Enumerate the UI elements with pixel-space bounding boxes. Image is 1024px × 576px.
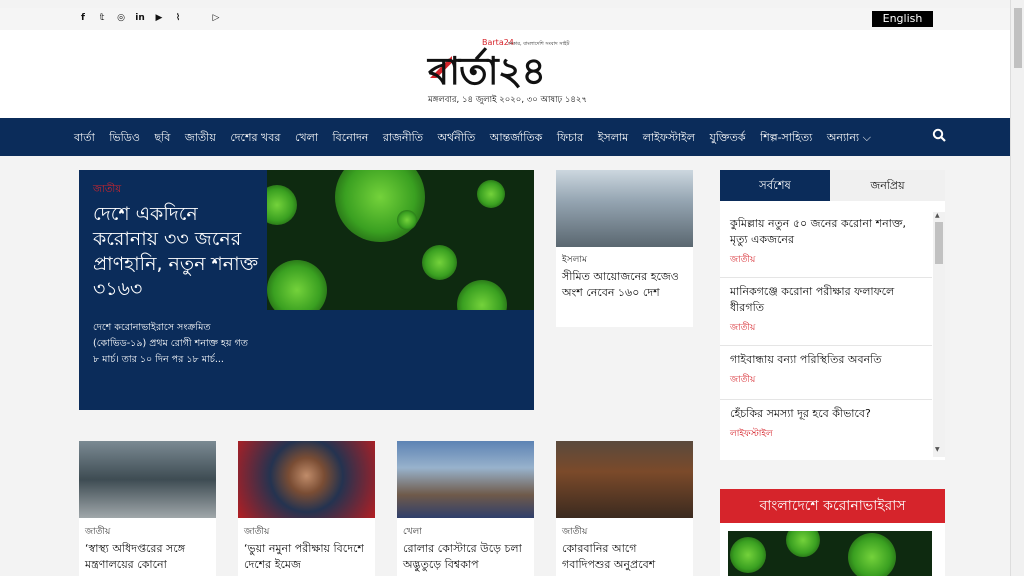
scroll-up-icon[interactable]: ▲ xyxy=(935,212,940,219)
hero-article[interactable]: জাতীয় দেশে একদিনে করোনায় ৩৩ জনের প্রাণ… xyxy=(79,170,534,410)
top-bar: f 𝕥 ◎ in ▶ ⌇ ▷ English xyxy=(0,8,1010,30)
social-links: f 𝕥 ◎ in ▶ ⌇ ▷ xyxy=(78,13,221,23)
list-item-category[interactable]: জাতীয় xyxy=(730,372,922,387)
nav-item-entertainment[interactable]: বিনোদন xyxy=(333,129,369,148)
side-article-image[interactable] xyxy=(556,170,693,247)
page-scroll-thumb[interactable] xyxy=(1014,8,1022,68)
main-nav: বার্তা ভিডিও ছবি জাতীয় দেশের খবর খেলা ব… xyxy=(0,118,1010,156)
grid-article-title[interactable]: ‘স্বাস্থ্য অধিদপ্তরের সঙ্গে মন্ত্রণালয়ে… xyxy=(79,541,216,573)
play-store-icon[interactable]: ▷ xyxy=(211,13,221,23)
grid-article-card[interactable]: খেলা রোলার কোস্টারে উড়ে চলা অদ্ভুতুড়ে … xyxy=(397,441,534,576)
site-header: বার্তা২৪ Barta24 ঢাকার, বাংলাদেশি সংবাদ … xyxy=(0,30,1010,118)
grid-article-image[interactable] xyxy=(79,441,216,518)
nav-item-national[interactable]: জাতীয় xyxy=(185,129,216,148)
list-item[interactable]: কুমিল্লায় নতুন ৫০ জনের করোনা শনাক্ত, মৃ… xyxy=(720,210,932,278)
site-logo[interactable]: বার্তা২৪ Barta24 ঢাকার, বাংলাদেশি সংবাদ … xyxy=(428,38,588,93)
nav-item-feature[interactable]: ফিচার xyxy=(557,129,583,148)
grid-article-category[interactable]: জাতীয় xyxy=(238,518,375,541)
search-icon[interactable] xyxy=(932,128,946,142)
grid-article-card[interactable]: জাতীয় ‘স্বাস্থ্য অধিদপ্তরের সঙ্গে মন্ত্… xyxy=(79,441,216,576)
nav-item-literature[interactable]: শিল্প-সাহিত্য xyxy=(760,129,812,148)
corona-widget[interactable]: বাংলাদেশে করোনাভাইরাস xyxy=(720,489,945,576)
side-article-title[interactable]: সীমিত আয়োজনের হজেও অংশ নেবেন ১৬০ দেশ xyxy=(556,269,693,301)
list-item-title[interactable]: গাইবান্ধায় বন্যা পরিস্থিতির অবনতি xyxy=(730,352,922,368)
list-item-category[interactable]: জাতীয় xyxy=(730,252,922,267)
list-item-category[interactable]: লাইফস্টাইল xyxy=(730,426,922,441)
nav-item-lifestyle[interactable]: লাইফস্টাইল xyxy=(643,129,695,148)
grid-article-card[interactable]: জাতীয় ‘ভুয়া নমুনা পরীক্ষায় বিদেশে দেশ… xyxy=(238,441,375,576)
grid-article-title[interactable]: রোলার কোস্টারে উড়ে চলা অদ্ভুতুড়ে বিশ্ব… xyxy=(397,541,534,573)
nav-item-politics[interactable]: রাজনীতি xyxy=(383,129,423,148)
hero-category[interactable]: জাতীয় xyxy=(93,182,121,199)
nav-item-country[interactable]: দেশের খবর xyxy=(230,129,280,148)
nav-item-barta[interactable]: বার্তা xyxy=(74,129,95,148)
hero-description: দেশে করোনাভাইরাসে সংক্রমিত (কোভিড-১৯) প্… xyxy=(93,322,248,365)
linkedin-icon[interactable]: in xyxy=(135,13,145,23)
list-item[interactable]: মানিকগঞ্জে করোনা পরীক্ষার ফলাফলে ধীরগতি … xyxy=(720,278,932,346)
instagram-icon[interactable]: ◎ xyxy=(116,13,126,23)
nav-item-video[interactable]: ভিডিও xyxy=(109,129,140,148)
hero-title[interactable]: দেশে একদিনে করোনায় ৩৩ জনের প্রাণহানি, ন… xyxy=(93,202,268,302)
tab-popular[interactable]: জনপ্রিয় xyxy=(830,170,945,201)
grid-article-category[interactable]: জাতীয় xyxy=(556,518,693,541)
nav-item-international[interactable]: আন্তর্জাতিক xyxy=(490,129,543,148)
hero-image[interactable] xyxy=(267,170,534,310)
current-date: মঙ্গলবার, ১৪ জুলাই ২০২০, ৩০ আষাঢ় ১৪২৭ xyxy=(428,95,587,105)
grid-article-category[interactable]: জাতীয় xyxy=(79,518,216,541)
page-scrollbar[interactable] xyxy=(1010,0,1024,576)
scroll-thumb[interactable] xyxy=(935,222,943,264)
side-article-card[interactable]: ইসলাম সীমিত আয়োজনের হজেও অংশ নেবেন ১৬০ … xyxy=(556,170,693,327)
nav-item-opinion[interactable]: যুক্তিতর্ক xyxy=(709,129,745,148)
list-item-title[interactable]: হেঁচকির সমস্যা দূর হবে কীভাবে? xyxy=(730,406,922,422)
grid-article-title[interactable]: কোরবানির আগে গবাদিপশুর অনুপ্রবেশ xyxy=(556,541,693,573)
grid-article-card[interactable]: জাতীয় কোরবানির আগে গবাদিপশুর অনুপ্রবেশ xyxy=(556,441,693,576)
grid-article-image[interactable] xyxy=(556,441,693,518)
scroll-down-icon[interactable]: ▼ xyxy=(935,446,940,453)
nav-item-others[interactable]: অন্যান্য ⌵ xyxy=(827,129,871,148)
youtube-icon[interactable]: ▶ xyxy=(154,13,164,23)
tab-scrollbar[interactable]: ▲ ▼ xyxy=(933,212,945,457)
nav-item-photo[interactable]: ছবি xyxy=(154,129,170,148)
grid-article-title[interactable]: ‘ভুয়া নমুনা পরীক্ষায় বিদেশে দেশের ইমেজ xyxy=(238,541,375,573)
twitter-icon[interactable]: 𝕥 xyxy=(97,13,107,23)
list-item-title[interactable]: কুমিল্লায় নতুন ৫০ জনের করোনা শনাক্ত, মৃ… xyxy=(730,216,922,248)
list-item[interactable]: গাইবান্ধায় বন্যা পরিস্থিতির অবনতি জাতীয… xyxy=(720,346,932,400)
list-item-title[interactable]: মানিকগঞ্জে করোনা পরীক্ষার ফলাফলে ধীরগতি xyxy=(730,284,922,316)
side-article-category[interactable]: ইসলাম xyxy=(556,247,693,269)
nav-item-economy[interactable]: অর্থনীতি xyxy=(438,129,476,148)
logo-tagline: ঢাকার, বাংলাদেশি সংবাদ সাইট xyxy=(508,41,570,47)
list-item[interactable]: হেঁচকির সমস্যা দূর হবে কীভাবে? লাইফস্টাই… xyxy=(720,400,932,468)
tab-news-list: কুমিল্লায় নতুন ৫০ জনের করোনা শনাক্ত, মৃ… xyxy=(720,210,932,468)
facebook-icon[interactable]: f xyxy=(78,13,88,23)
tab-latest[interactable]: সর্বশেষ xyxy=(720,170,830,201)
grid-article-image[interactable] xyxy=(397,441,534,518)
news-tabs: সর্বশেষ জনপ্রিয় কুমিল্লায় নতুন ৫০ জনের… xyxy=(720,170,945,460)
english-button[interactable]: English xyxy=(872,11,933,27)
nav-item-islam[interactable]: ইসলাম xyxy=(598,129,628,148)
rss-icon[interactable]: ⌇ xyxy=(173,13,183,23)
nav-item-sports[interactable]: খেলা xyxy=(295,129,318,148)
list-item-category[interactable]: জাতীয় xyxy=(730,320,922,335)
grid-article-category[interactable]: খেলা xyxy=(397,518,534,541)
corona-widget-title[interactable]: বাংলাদেশে করোনাভাইরাস xyxy=(720,489,945,523)
corona-widget-image[interactable] xyxy=(728,531,932,576)
grid-article-image[interactable] xyxy=(238,441,375,518)
apple-icon[interactable] xyxy=(192,13,202,23)
